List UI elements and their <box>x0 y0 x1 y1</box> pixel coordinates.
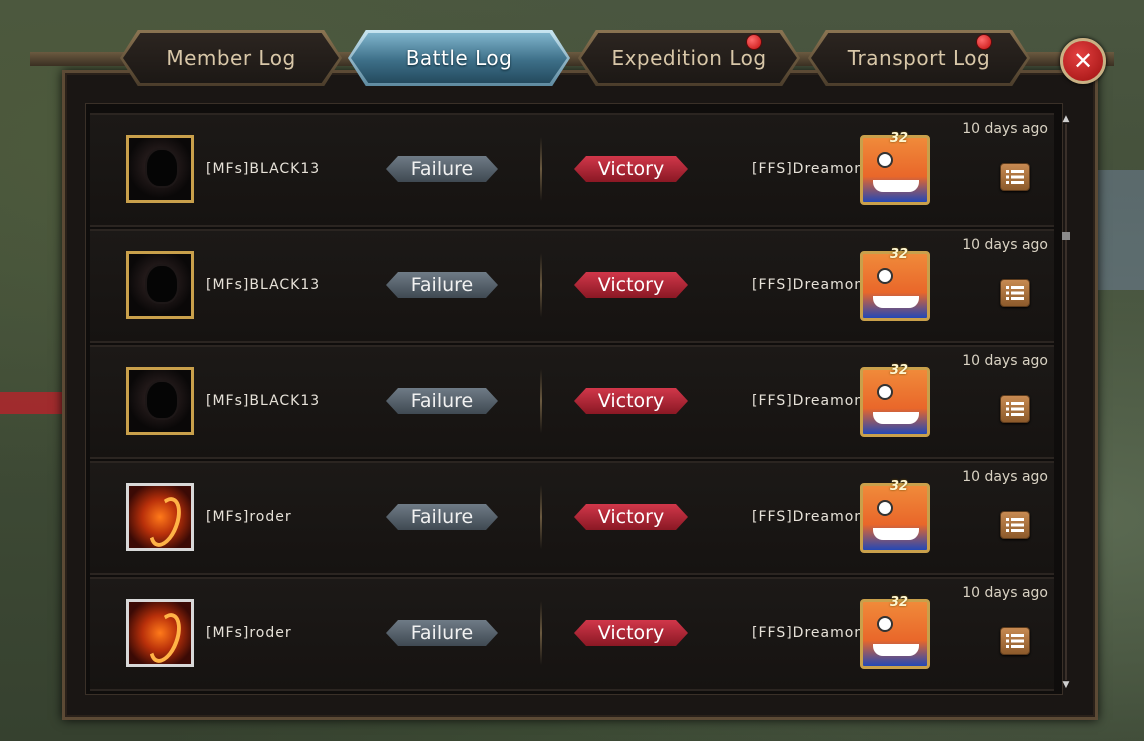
transport-notification-dot <box>976 34 992 50</box>
details-button[interactable] <box>1000 163 1030 191</box>
close-icon: ✕ <box>1072 47 1094 75</box>
tab-bar: Member Log Battle Log Expedition Log Tra… <box>30 28 1114 90</box>
attacker-name: [MFs]BLACK13 <box>206 161 321 177</box>
list-icon <box>1006 402 1024 416</box>
expedition-notification-dot <box>746 34 762 50</box>
list-icon <box>1006 286 1024 300</box>
background-banner <box>0 392 70 414</box>
scrollbar[interactable]: ▲ ▼ <box>1060 114 1072 690</box>
attacker-name: [MFs]roder <box>206 625 292 641</box>
list-icon <box>1006 170 1024 184</box>
row-divider <box>540 253 542 317</box>
tab-battle-log[interactable]: Battle Log <box>348 30 570 86</box>
failure-badge: Failure <box>386 272 498 298</box>
battle-row: [MFs]BLACK13 Failure Victory [FFS]Dreamo… <box>90 229 1054 343</box>
tab-transport-log[interactable]: Transport Log <box>808 30 1030 86</box>
victory-badge: Victory <box>574 504 688 530</box>
victory-badge: Victory <box>574 272 688 298</box>
background-scenery <box>1092 170 1144 290</box>
skull-avatar-icon[interactable] <box>126 135 194 203</box>
defender-name: [FFS]Dreamon <box>752 161 865 177</box>
scroll-down-arrow-icon[interactable]: ▼ <box>1060 680 1072 690</box>
details-button[interactable] <box>1000 627 1030 655</box>
defender-level: 32 <box>890 479 909 494</box>
battle-row: [MFs]BLACK13 Failure Victory [FFS]Dreamo… <box>90 345 1054 459</box>
row-divider <box>540 137 542 201</box>
attacker-name: [MFs]BLACK13 <box>206 393 321 409</box>
defender-name: [FFS]Dreamon <box>752 625 865 641</box>
tab-label: Member Log <box>166 46 296 70</box>
scroll-thumb[interactable] <box>1062 232 1070 240</box>
dragon-avatar-icon[interactable] <box>126 483 194 551</box>
details-button[interactable] <box>1000 279 1030 307</box>
close-button[interactable]: ✕ <box>1060 38 1106 84</box>
row-divider <box>540 601 542 665</box>
battle-row: [MFs]roder Failure Victory [FFS]Dreamon … <box>90 461 1054 575</box>
row-divider <box>540 485 542 549</box>
battle-row: [MFs]roder Failure Victory [FFS]Dreamon … <box>90 577 1054 691</box>
battle-row: [MFs]BLACK13 Failure Victory [FFS]Dreamo… <box>90 113 1054 227</box>
defender-level: 32 <box>890 363 909 378</box>
battle-time: 10 days ago <box>962 121 1048 137</box>
defender-level: 32 <box>890 595 909 610</box>
list-icon <box>1006 634 1024 648</box>
details-button[interactable] <box>1000 395 1030 423</box>
scroll-up-arrow-icon[interactable]: ▲ <box>1060 114 1072 124</box>
defender-level: 32 <box>890 131 909 146</box>
defender-name: [FFS]Dreamon <box>752 393 865 409</box>
battle-time: 10 days ago <box>962 353 1048 369</box>
tab-expedition-log[interactable]: Expedition Log <box>578 30 800 86</box>
defender-name: [FFS]Dreamon <box>752 509 865 525</box>
tab-label: Transport Log <box>847 46 991 70</box>
failure-badge: Failure <box>386 388 498 414</box>
scroll-track[interactable] <box>1065 124 1067 680</box>
details-button[interactable] <box>1000 511 1030 539</box>
attacker-name: [MFs]BLACK13 <box>206 277 321 293</box>
failure-badge: Failure <box>386 504 498 530</box>
defender-level: 32 <box>890 247 909 262</box>
tab-label: Battle Log <box>405 46 513 70</box>
skull-avatar-icon[interactable] <box>126 251 194 319</box>
tab-label: Expedition Log <box>611 46 767 70</box>
row-divider <box>540 369 542 433</box>
victory-badge: Victory <box>574 156 688 182</box>
failure-badge: Failure <box>386 156 498 182</box>
victory-badge: Victory <box>574 620 688 646</box>
victory-badge: Victory <box>574 388 688 414</box>
tab-member-log[interactable]: Member Log <box>120 30 342 86</box>
battle-time: 10 days ago <box>962 469 1048 485</box>
battle-time: 10 days ago <box>962 237 1048 253</box>
defender-name: [FFS]Dreamon <box>752 277 865 293</box>
battle-time: 10 days ago <box>962 585 1048 601</box>
failure-badge: Failure <box>386 620 498 646</box>
attacker-name: [MFs]roder <box>206 509 292 525</box>
dragon-avatar-icon[interactable] <box>126 599 194 667</box>
skull-avatar-icon[interactable] <box>126 367 194 435</box>
list-icon <box>1006 518 1024 532</box>
